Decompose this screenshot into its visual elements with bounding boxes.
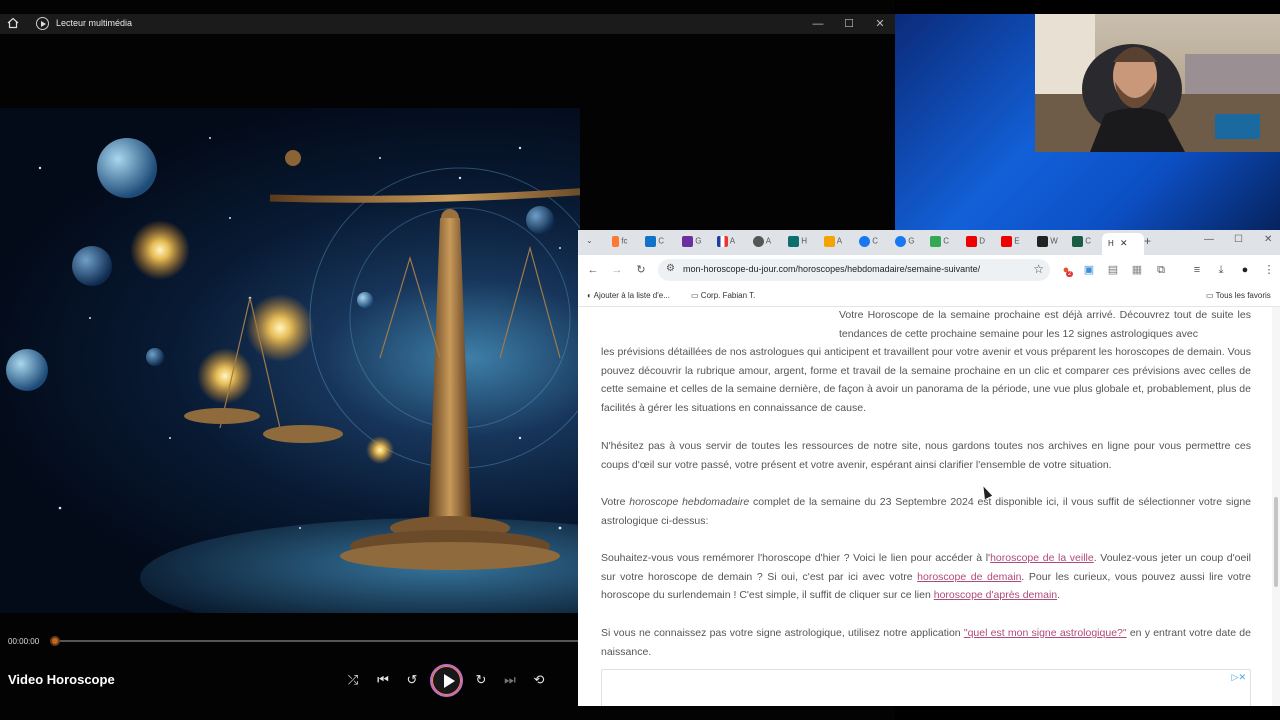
repeat-off-icon[interactable]: ⟲ (529, 670, 549, 690)
tab-search-icon[interactable]: ⌄ (586, 236, 593, 250)
day-after-tomorrow-link[interactable]: horoscope d'après demain (934, 589, 1057, 601)
media-control-icon[interactable]: ≡ (1189, 262, 1205, 278)
browser-minimize-button[interactable]: — (1204, 234, 1214, 248)
browser-tab[interactable]: E (1001, 236, 1020, 250)
intro-paragraph: Votre Horoscope de la semaine prochaine … (601, 307, 1251, 343)
close-tab-icon[interactable]: ✕ (1120, 238, 1128, 249)
browser-tab[interactable]: A (824, 236, 842, 250)
video-frame[interactable] (0, 108, 580, 613)
reload-icon[interactable]: ↻ (633, 262, 649, 278)
playback-time: 00:00:00 (8, 637, 40, 646)
star-icon[interactable]: ☆ (1033, 262, 1044, 276)
extension-icon[interactable]: ▦ (1129, 262, 1145, 278)
links-paragraph: Souhaitez-vous vous remémorer l'horoscop… (601, 552, 1251, 602)
extension-icon[interactable]: ▣ (1081, 262, 1097, 278)
yesterday-horoscope-link[interactable]: horoscope de la veille (990, 552, 1094, 564)
media-title: Video Horoscope (8, 672, 115, 687)
sign-finder-paragraph: Si vous ne connaissez pas votre signe as… (601, 627, 1251, 658)
new-tab-icon[interactable]: + (1144, 234, 1151, 248)
maximize-button[interactable]: ☐ (834, 15, 864, 33)
previous-track-icon[interactable]: ⏮ (373, 670, 393, 690)
browser-close-button[interactable]: ✕ (1264, 234, 1272, 248)
play-button[interactable] (430, 664, 463, 697)
minimize-button[interactable]: — (803, 15, 833, 33)
browser-tab[interactable]: A (717, 236, 735, 250)
all-bookmarks-folder[interactable]: ▭ Tous les favoris (1206, 291, 1271, 300)
seek-bar[interactable] (55, 640, 578, 642)
ad-choices-icon[interactable]: ▷✕ (1232, 672, 1246, 683)
browser-tab[interactable]: W (1037, 236, 1058, 250)
player-window-title: Lecteur multimédia (56, 18, 133, 28)
extension-icon[interactable]: ▤ (1105, 262, 1121, 278)
browser-tab[interactable]: G (682, 236, 701, 250)
webcam-person-image (1035, 14, 1280, 152)
home-icon[interactable] (7, 17, 19, 29)
browser-tab[interactable]: C (1072, 236, 1091, 250)
browser-tab[interactable]: C (930, 236, 949, 250)
folder-icon: ▭ (1206, 291, 1214, 300)
browser-tab[interactable]: A (753, 236, 771, 250)
browser-toolbar: ← → ↻ ⚙ mon-horoscope-du-jour.com/horosc… (578, 255, 1280, 285)
browser-tab[interactable]: C (645, 236, 664, 250)
active-tab-label: H (1108, 239, 1114, 248)
active-browser-tab[interactable]: H ✕ (1102, 233, 1144, 255)
seek-handle[interactable] (50, 636, 60, 646)
resources-paragraph: N'hésitez pas à vous servir de toutes le… (601, 440, 1251, 471)
shuffle-icon[interactable]: ⤮ (343, 670, 363, 690)
folder-icon: ▭ (691, 291, 699, 300)
next-track-icon[interactable]: ⏭ (500, 670, 520, 690)
reading-list-bookmark[interactable]: ◐ Ajouter à la liste d'e... (587, 291, 670, 300)
arrow-right-icon[interactable]: → (609, 262, 625, 278)
browser-tab[interactable]: D (966, 236, 985, 250)
player-titlebar: Lecteur multimédia — ☐ ✕ (0, 14, 895, 34)
page-content: Votre Horoscope de la semaine prochaine … (578, 307, 1280, 706)
zodiac-libra-artwork (6, 137, 580, 613)
arrow-left-icon[interactable]: ← (585, 262, 601, 278)
site-info-icon[interactable]: ⚙ (666, 263, 675, 274)
page-scrollbar[interactable] (1272, 307, 1280, 706)
browser-tab[interactable]: G (895, 236, 914, 250)
browser-tab[interactable]: C (859, 236, 878, 250)
sign-finder-link[interactable]: "quel est mon signe astrologique?" (964, 627, 1127, 639)
media-player-app-icon (36, 17, 49, 30)
kebab-menu-icon[interactable]: ⋮ (1261, 262, 1277, 278)
address-bar[interactable]: ⚙ mon-horoscope-du-jour.com/horoscopes/h… (658, 259, 1050, 281)
bookmark-folder[interactable]: ▭ Corp. Fabian T. (691, 291, 755, 300)
browser-window: ⌄ fc C G A A H A C G C D E W C H ✕ + — ☐… (578, 230, 1280, 706)
profile-avatar[interactable]: ● (1237, 262, 1253, 278)
close-button[interactable]: ✕ (865, 15, 895, 33)
tab-strip: ⌄ fc C G A A H A C G C D E W C H ✕ + — ☐… (578, 230, 1280, 255)
download-icon[interactable]: ⤓ (1213, 262, 1229, 278)
browser-maximize-button[interactable]: ☐ (1234, 234, 1243, 248)
scrollbar-thumb[interactable] (1274, 497, 1278, 587)
rewind-10-icon[interactable]: ↺ (402, 670, 422, 690)
bookmarks-bar: ◐ Ajouter à la liste d'e... ▭ Corp. Fabi… (578, 285, 1280, 307)
intro-paragraph-continued: les prévisions détaillées de nos astrolo… (601, 346, 1251, 415)
address-url: mon-horoscope-du-jour.com/horoscopes/heb… (683, 264, 981, 274)
browser-tab[interactable]: H (788, 236, 807, 250)
puzzle-icon[interactable]: ⧉ (1153, 262, 1169, 278)
text-line: Votre Horoscope de la semaine prochaine … (839, 309, 1234, 321)
ad-container[interactable]: ▷✕ (601, 669, 1251, 706)
forward-30-icon[interactable]: ↻ (471, 670, 491, 690)
weekly-paragraph: Votre horoscope hebdomadaire complet de … (601, 496, 1251, 527)
browser-tab[interactable]: fc (612, 236, 627, 250)
webcam-overlay (1035, 14, 1280, 152)
tomorrow-horoscope-link[interactable]: horoscope de demain (917, 571, 1021, 583)
